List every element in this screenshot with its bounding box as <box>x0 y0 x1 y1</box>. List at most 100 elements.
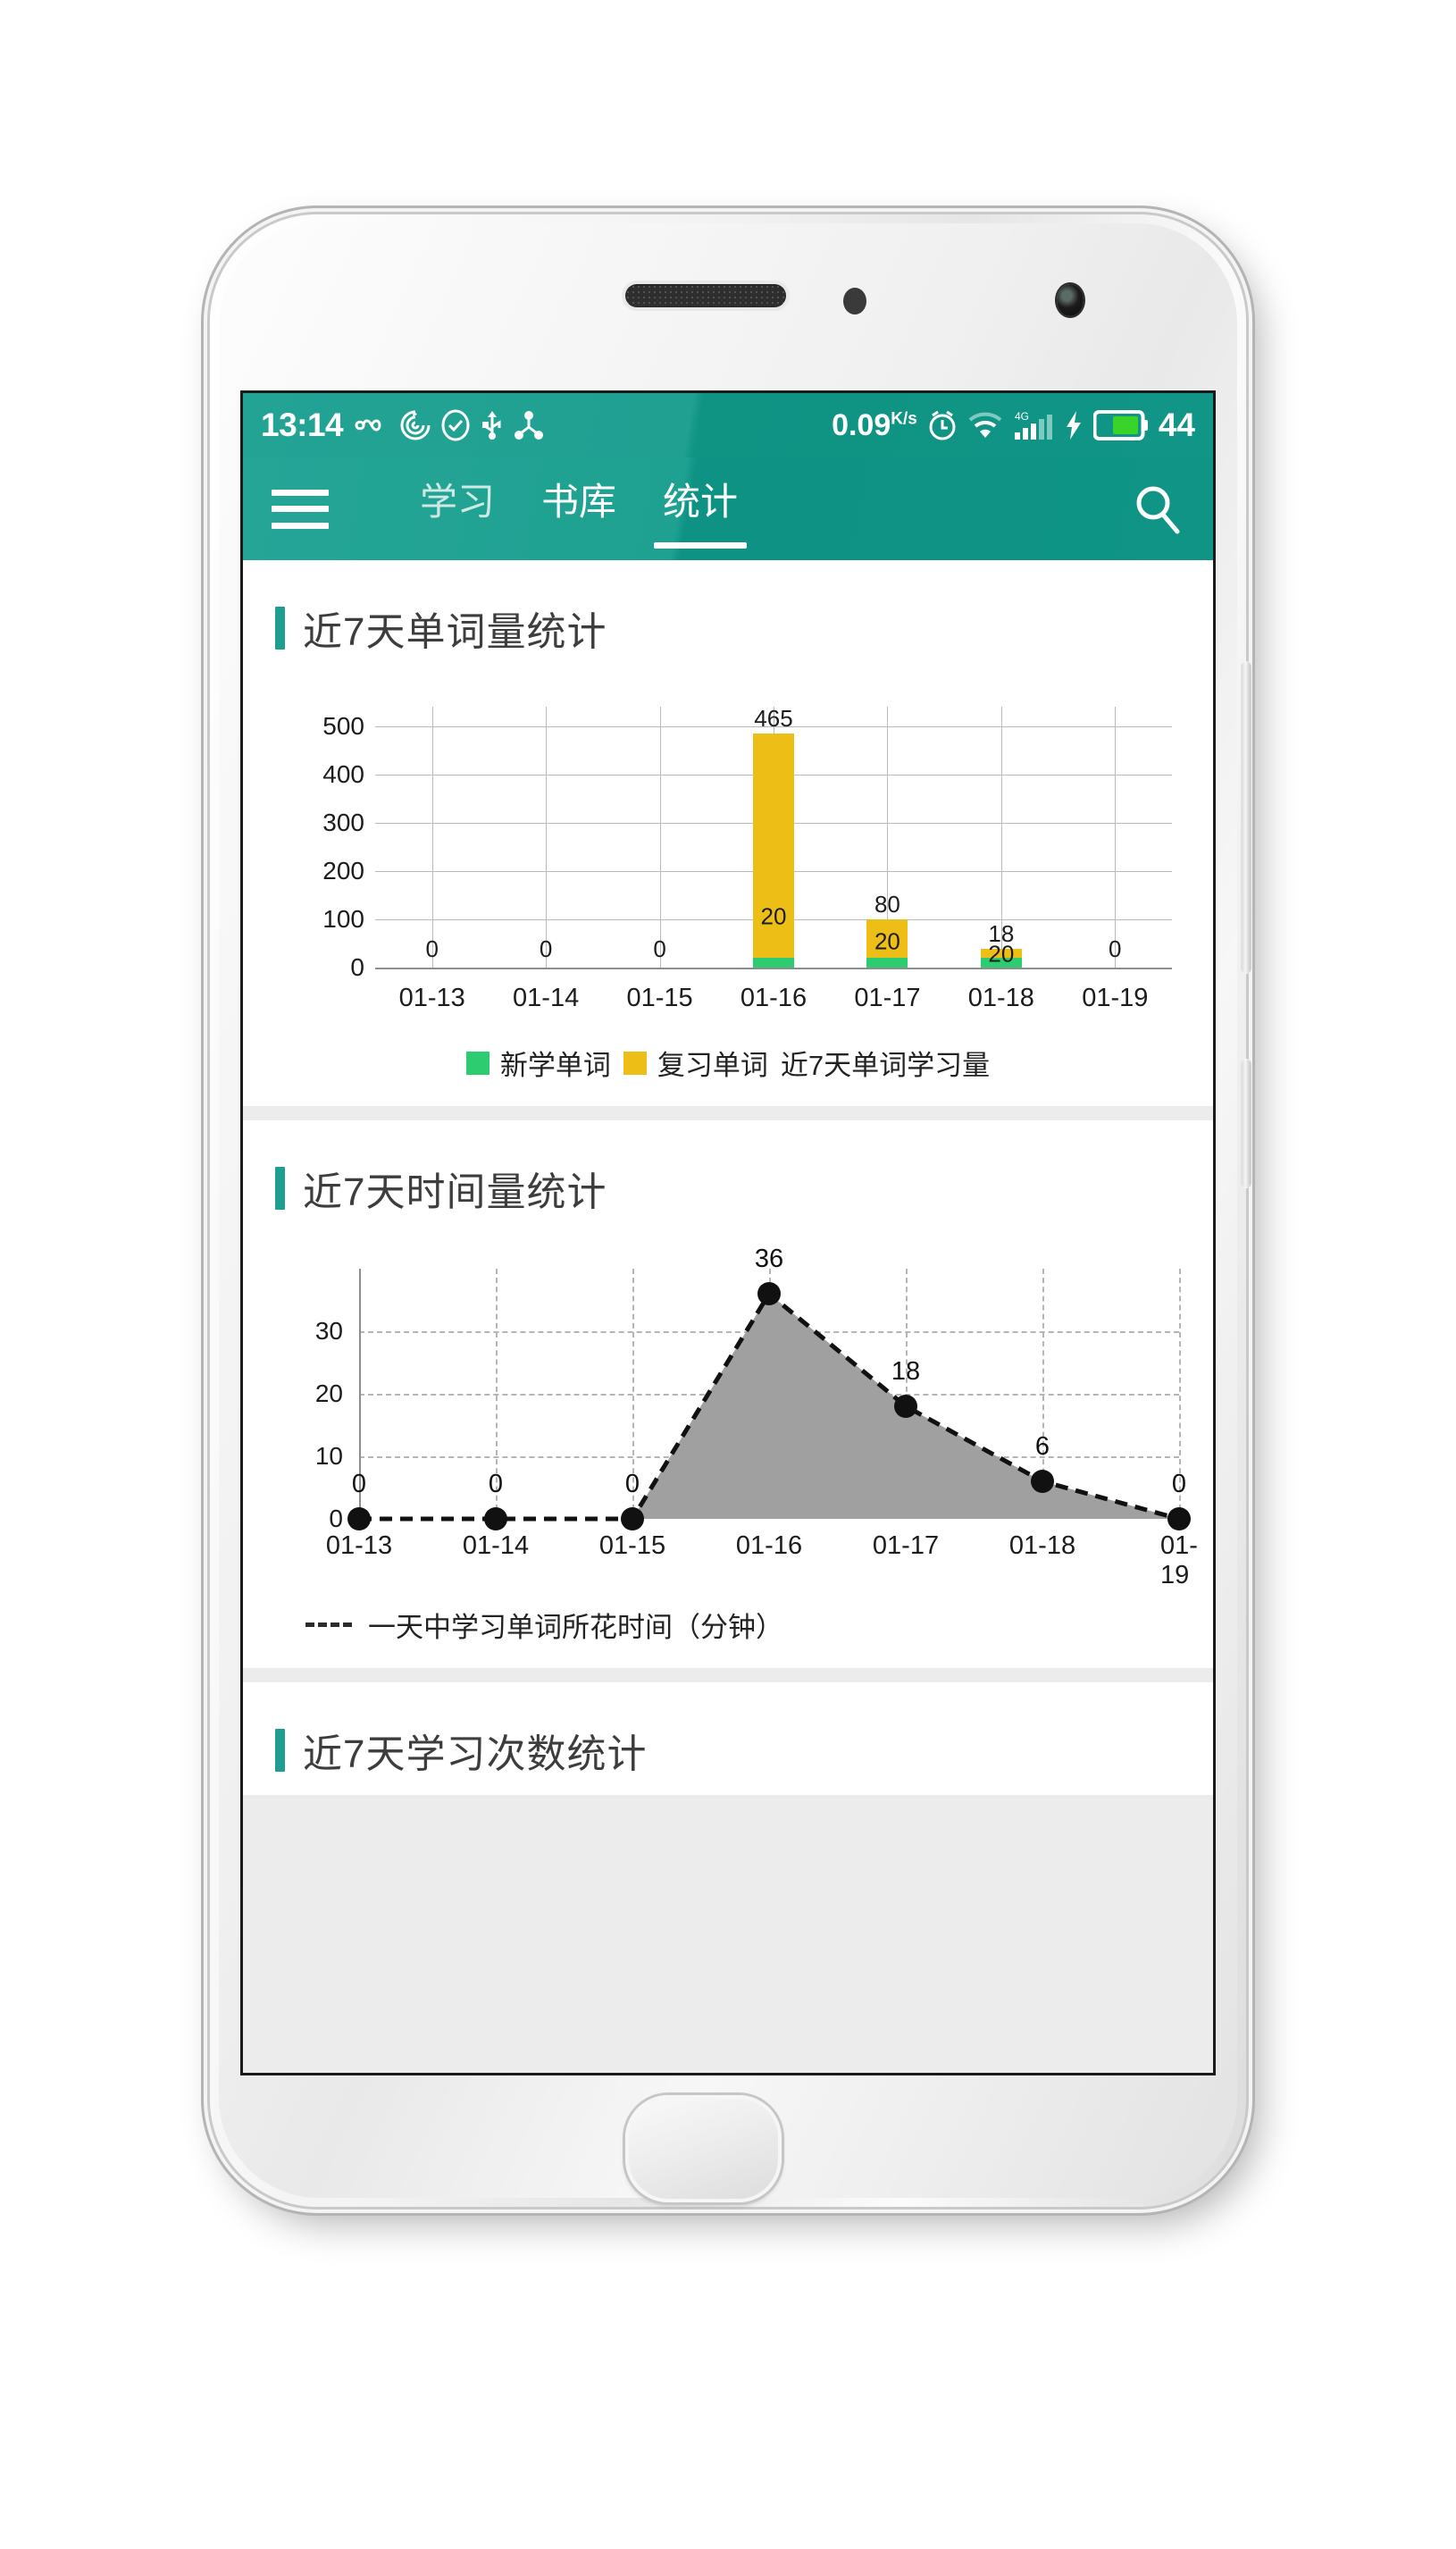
legend-label-total: 近7天单词学习量 <box>780 1050 991 1081</box>
legend-label-review-words: 复习单词 <box>657 1050 768 1081</box>
section-title-study-count: 近7天学习次数统计 <box>243 1682 1213 1795</box>
bar-value-label: 80 <box>874 890 900 918</box>
tab-library[interactable]: 书库 <box>536 477 622 527</box>
data-point-label: 0 <box>1171 1470 1187 1498</box>
section-title-text: 近7天学习次数统计 <box>303 1732 648 1776</box>
legend-swatch-yellow <box>623 1051 647 1075</box>
card-word-count: 近7天单词量统计 0 100 200 300 400 500 01-13 01-14 01-15… <box>243 560 1213 1106</box>
bar-value-label: 0 <box>539 935 553 962</box>
data-point <box>1167 1507 1191 1530</box>
section-title-text: 近7天单词量统计 <box>303 610 607 654</box>
area-chart-svg <box>359 1290 1180 1522</box>
section-title-time-count: 近7天时间量统计 <box>243 1120 1213 1233</box>
legend-item-review-words: 复习单词 <box>623 1043 768 1083</box>
legend-label-new-words: 新学单词 <box>499 1050 611 1081</box>
tab-statistics[interactable]: 统计 <box>654 477 748 549</box>
proximity-sensor-icon <box>843 288 866 314</box>
bar-segment-new-words <box>866 958 908 968</box>
data-point-label: 0 <box>351 1470 367 1498</box>
legend-label-time: 一天中学习单词所花时间（分钟） <box>368 1612 783 1643</box>
4g-signal-icon: 4G <box>1013 409 1054 441</box>
title-accent-bar <box>275 1167 285 1210</box>
bar-chart-legend: 新学单词 复习单词 近7天单词学习量 <box>243 1030 1213 1106</box>
battery-percent: 44 <box>1158 407 1195 443</box>
data-point-label: 36 <box>754 1245 784 1273</box>
gridline-vertical <box>659 707 661 968</box>
earpiece-speaker <box>625 284 786 307</box>
home-button[interactable] <box>625 2095 782 2202</box>
legend-swatch-green <box>465 1051 490 1075</box>
data-point <box>347 1507 371 1530</box>
y-axis-tick-label: 500 <box>322 711 364 740</box>
bar-inner-value-label: 20 <box>874 927 900 955</box>
area-chart: 0 10 20 30 01-13 01-14 01-15 01-16 01-17 01-18 01-… <box>243 1233 1213 1590</box>
status-bar-left: 13:14 <box>261 407 544 444</box>
status-clock: 13:14 <box>261 407 344 443</box>
data-point-label: 0 <box>624 1470 640 1498</box>
bar-value-label: 0 <box>425 935 439 962</box>
gridline-vertical <box>1115 707 1117 968</box>
y-axis-tick-label: 400 <box>322 759 364 788</box>
area-chart-legend: 一天中学习单词所花时间（分钟） <box>243 1590 1213 1668</box>
network-speed: 0.09K/s <box>832 407 917 442</box>
data-point <box>894 1395 917 1418</box>
front-camera-icon <box>1057 284 1084 316</box>
infinity-icon <box>353 413 390 438</box>
x-axis-tick-label: 01-15 <box>626 984 693 1012</box>
gridline-vertical <box>431 707 433 968</box>
card-divider <box>243 1106 1213 1120</box>
tab-bar: 学习 书库 统计 <box>414 457 748 560</box>
bluetooth-share-icon <box>514 409 544 441</box>
status-bar: 13:14 0.09K/s 4G 44 <box>243 393 1213 457</box>
app-bar: 学习 书库 统计 <box>243 457 1213 560</box>
search-icon[interactable] <box>1131 482 1184 536</box>
x-axis-tick-label: 01-17 <box>854 984 921 1012</box>
bar-value-label: 465 <box>754 704 793 732</box>
data-point-label: 6 <box>1034 1432 1050 1461</box>
x-axis-tick-label: 01-18 <box>967 984 1034 1012</box>
charging-bolt-icon <box>1064 410 1084 440</box>
title-accent-bar <box>275 607 285 650</box>
legend-item-total: 近7天单词学习量 <box>781 1043 990 1083</box>
data-point <box>484 1507 507 1530</box>
x-axis-tick-label: 01-19 <box>1082 984 1149 1012</box>
network-speed-unit: K/s <box>891 409 917 429</box>
volume-button[interactable] <box>1241 661 1251 974</box>
power-button[interactable] <box>1241 1059 1251 1188</box>
bar-segment-new-words <box>753 958 794 968</box>
spiral-icon <box>400 409 431 441</box>
svg-text:4G: 4G <box>1015 410 1029 423</box>
bar-chart: 0 100 200 300 400 500 01-13 01-14 01-15 01-16 01-1… <box>243 673 1213 1030</box>
tab-study[interactable]: 学习 <box>414 477 500 527</box>
x-axis <box>375 968 1172 969</box>
battery-icon <box>1092 410 1149 440</box>
y-axis-tick-label: 200 <box>322 856 364 885</box>
data-point-label: 0 <box>488 1470 504 1498</box>
statistics-content[interactable]: 近7天单词量统计 0 100 200 300 400 500 01-13 01-14 01-15… <box>243 560 1213 2073</box>
title-accent-bar <box>275 1729 285 1772</box>
legend-item-new-words: 新学单词 <box>465 1043 611 1083</box>
hamburger-menu-icon[interactable] <box>272 489 329 529</box>
phone-screen: 13:14 0.09K/s 4G 44 学习 书库 统计 近7天单词量统计 0 … <box>243 393 1213 2073</box>
bar-value-label: 0 <box>653 935 666 962</box>
data-point <box>621 1507 644 1530</box>
x-axis-tick-label: 01-16 <box>740 984 807 1012</box>
x-axis-tick-label: 01-13 <box>398 984 465 1012</box>
card-time-count: 近7天时间量统计 0 10 20 30 01-13 01-14 01-15 01-16 01-1… <box>243 1120 1213 1668</box>
x-axis-tick-label: 01-14 <box>513 984 580 1012</box>
card-study-count: 近7天学习次数统计 <box>243 1682 1213 1795</box>
section-title-text: 近7天时间量统计 <box>303 1170 607 1214</box>
data-point <box>1031 1470 1054 1493</box>
usb-icon <box>481 409 504 441</box>
legend-dash-line <box>305 1622 352 1627</box>
bar-inner-value-label: 20 <box>988 940 1015 968</box>
y-axis-tick-label: 100 <box>322 904 364 933</box>
y-axis-tick-label: 300 <box>322 808 364 836</box>
y-axis-tick-label: 0 <box>350 953 364 981</box>
alarm-icon <box>927 409 958 441</box>
bar-value-label: 0 <box>1109 935 1122 962</box>
data-point <box>757 1282 781 1305</box>
gridline-vertical <box>546 707 548 968</box>
wifi-icon <box>967 411 1003 440</box>
bar-inner-value-label: 20 <box>760 902 787 930</box>
